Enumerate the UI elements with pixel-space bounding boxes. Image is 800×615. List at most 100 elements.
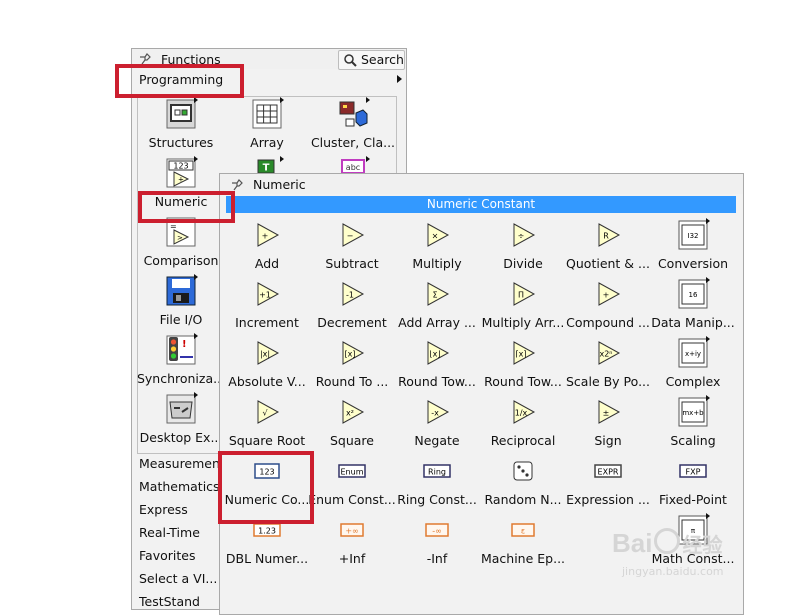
submenu-arrow-icon [194,392,198,398]
palette-item-comparison[interactable]: = > Comparison [138,215,224,273]
string-icon: abc [341,159,365,174]
palette-item-file-io[interactable]: File I/O [138,274,224,332]
pin-icon[interactable] [230,178,244,192]
search-button[interactable]: Search [338,50,405,70]
numeric-item[interactable]: -∞ -Inf [394,513,480,571]
watermark-url: jingyan.baidu.com [622,565,724,578]
numeric-item[interactable]: ⌈x⌉ Round Tow... [480,336,566,394]
submenu-arrow-icon [280,97,284,103]
item-label: Complex [665,374,721,389]
file-io-icon [166,276,196,306]
numeric-item[interactable]: ε Machine Ep... [480,513,566,571]
svg-text:abc: abc [346,163,360,172]
svg-text:+∞: +∞ [345,527,358,536]
search-label: Search [361,52,404,67]
numeric-item[interactable]: |x| Absolute V... [224,336,310,394]
svg-text:x2ⁿ: x2ⁿ [599,350,612,359]
numeric-item[interactable]: + Add [224,218,310,276]
numeric-item[interactable]: ⌊x⌋ Round Tow... [394,336,480,394]
function-icon: +1 [252,279,282,309]
function-icon: |x| [252,338,282,368]
numeric-item[interactable]: +1 Increment [224,277,310,335]
expand-arrow-icon [397,75,402,83]
svg-text:-1: -1 [346,291,354,300]
item-label: +Inf [338,551,366,566]
function-icon: − [337,220,367,250]
numeric-item[interactable]: √ Square Root [224,395,310,453]
palette-item-array[interactable]: Array [224,97,310,155]
numeric-item[interactable]: Enum Enum Const... [308,454,396,512]
item-label: Sign [594,433,622,448]
function-icon: -∞ [422,515,452,545]
item-label: Fixed-Point [659,492,727,507]
svg-text:EXPR: EXPR [598,468,619,477]
numeric-item[interactable]: ± Sign [565,395,651,453]
svg-text:+: + [603,291,610,300]
svg-text:±: ± [603,409,610,418]
tooltip-numeric-constant: Numeric Constant [226,196,736,213]
numeric-item[interactable]: +∞ +Inf [309,513,395,571]
numeric-item[interactable]: + Compound ... [565,277,651,335]
svg-text:mx+b: mx+b [682,409,704,417]
numeric-item[interactable]: ÷ Divide [480,218,566,276]
function-icon: ⌊x⌋ [422,338,452,368]
svg-text:T: T [263,163,270,174]
numeric-item[interactable]: -x Negate [394,395,480,453]
function-icon [508,456,538,486]
submenu-arrow-icon [706,218,710,224]
item-label: DBL Numer... [225,551,309,566]
function-icon: +∞ [337,515,367,545]
numeric-item[interactable]: Ring Ring Const... [394,454,480,512]
item-label: Decrement [317,315,387,330]
numeric-item[interactable]: -1 Decrement [309,277,395,335]
numeric-item[interactable]: mx+b Scaling [650,395,736,453]
numeric-item[interactable]: Π Multiply Arr... [480,277,566,335]
desktop-execution-icon [166,394,196,424]
function-icon: √ [252,397,282,427]
function-icon: EXPR [593,456,623,486]
function-icon: R [593,220,623,250]
structures-icon [166,99,196,129]
svg-text:−: − [347,232,354,241]
category-label: Favorites [139,548,196,563]
svg-text:Enum: Enum [341,468,364,477]
function-icon: I32 [678,220,708,250]
function-icon: Ring [422,456,452,486]
palette-item-synchronization[interactable]: ! Synchroniza... [137,333,225,391]
numeric-item[interactable]: FXP Fixed-Point [650,454,736,512]
item-label: Data Manip... [651,315,735,330]
item-label: Divide [503,256,543,271]
numeric-item[interactable]: Σ Add Array ... [394,277,480,335]
numeric-item[interactable]: − Subtract [309,218,395,276]
numeric-item[interactable]: x² Square [309,395,395,453]
palette-item-desktop-execution[interactable]: Desktop Ex... [138,392,224,450]
svg-text:Ring: Ring [428,468,446,477]
numeric-item[interactable]: EXPR Expression ... [565,454,651,512]
numeric-item[interactable]: x+iy Complex [650,336,736,394]
item-label: Ring Const... [397,492,477,507]
paw-icon [654,528,681,554]
numeric-item[interactable]: 16 Data Manip... [650,277,736,335]
numeric-item[interactable]: Random N... [480,454,566,512]
palette-item-structures[interactable]: Structures [138,97,224,155]
svg-text:[x]: [x] [345,350,356,359]
svg-text:=: = [170,222,177,231]
function-icon: ⌈x⌉ [508,338,538,368]
svg-text:R: R [603,232,609,241]
svg-text:+: + [262,232,269,241]
numeric-item[interactable]: 1/x Reciprocal [480,395,566,453]
numeric-item[interactable]: I32 Conversion [650,218,736,276]
numeric-item[interactable]: [x] Round To ... [309,336,395,394]
palette-item-cluster[interactable]: Cluster, Cla... [310,97,396,155]
numeric-item[interactable]: x2ⁿ Scale By Po... [565,336,651,394]
svg-text:Σ: Σ [432,291,437,300]
item-label: Quotient & ... [566,256,650,271]
numeric-item[interactable]: R Quotient & ... [565,218,651,276]
submenu-arrow-icon [194,274,198,280]
svg-text:Π: Π [518,291,524,300]
numeric-item[interactable]: × Multiply [394,218,480,276]
function-icon: x+iy [678,338,708,368]
function-icon: ε [508,515,538,545]
item-label: Subtract [325,256,379,271]
cluster-icon [339,101,368,127]
